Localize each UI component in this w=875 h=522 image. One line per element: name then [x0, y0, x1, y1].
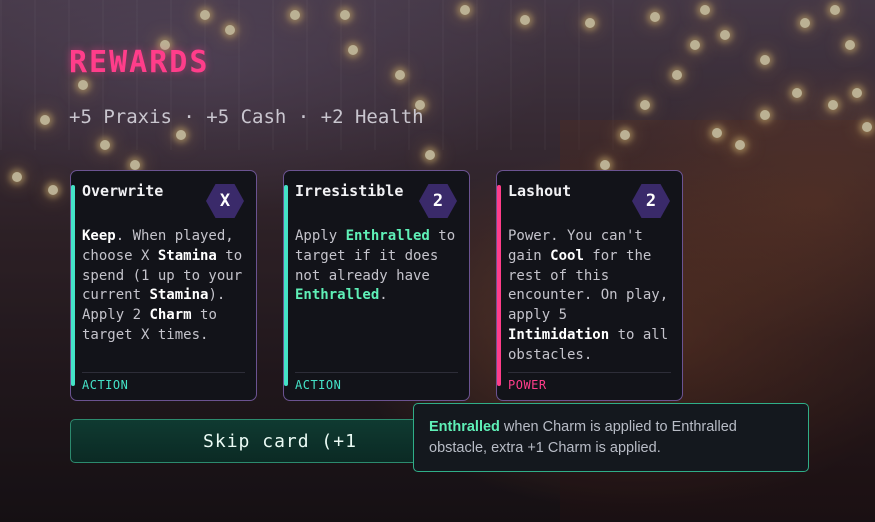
keyword: Stamina [157, 247, 217, 264]
keyword: Intimidation [508, 326, 610, 343]
card-type-stripe [497, 185, 501, 386]
card-type-stripe [284, 185, 288, 386]
rewards-summary: +5 Praxis · +5 Cash · +2 Health [69, 106, 424, 128]
keyword: Cool [550, 247, 584, 264]
card-type-stripe [71, 185, 75, 386]
card-type-label: POWER [508, 372, 671, 392]
description-text: Apply [295, 228, 346, 244]
card-type-label: ACTION [295, 372, 458, 392]
card-name: Irresistible [295, 182, 404, 200]
card-description: Power. You can't gain Cool for the rest … [508, 227, 674, 366]
card-description: Apply Enthralled to target if it does no… [295, 227, 461, 306]
card-lashout[interactable]: Lashout 2 Power. You can't gain Cool for… [496, 170, 683, 401]
keyword: Keep [82, 228, 116, 244]
tooltip-keyword: Enthralled [429, 419, 500, 435]
rewards-title: REWARDS [69, 45, 210, 80]
keyword: Stamina [149, 287, 209, 304]
card-overwrite[interactable]: Overwrite X Keep. When played, choose X … [70, 170, 257, 401]
card-description: Keep. When played, choose X Stamina to s… [82, 227, 248, 346]
keyword-highlight: Enthralled [345, 228, 430, 244]
description-text: . [379, 287, 388, 304]
keyword: Charm [149, 307, 192, 324]
card-irresistible[interactable]: Irresistible 2 Apply Enthralled to targe… [283, 170, 470, 401]
card-name: Overwrite [82, 182, 164, 200]
card-type-label: ACTION [82, 372, 245, 392]
keyword-tooltip: Enthralled when Charm is applied to Enth… [413, 403, 809, 472]
card-name: Lashout [508, 182, 572, 200]
keyword-highlight: Enthralled [295, 287, 380, 304]
